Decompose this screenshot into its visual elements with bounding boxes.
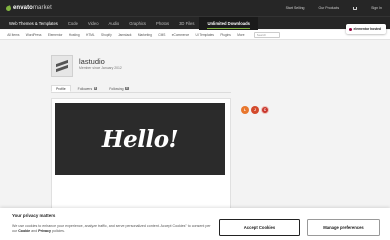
logo-suffix: market xyxy=(32,5,52,11)
profile-banner: Hello! xyxy=(55,103,225,175)
subnav-shopify[interactable]: Shopify xyxy=(98,33,115,37)
cookie-banner: Your privacy matters We use cookies to e… xyxy=(0,208,390,240)
subnav-ui-templates[interactable]: UI Templates xyxy=(192,33,217,37)
cookie-text-middle: and xyxy=(30,229,39,234)
start-selling-link[interactable]: Start Selling xyxy=(286,6,305,10)
subnav-plugins[interactable]: Plugins xyxy=(217,33,234,37)
tab-following[interactable]: Following 0 xyxy=(104,85,134,92)
cookie-text-suffix: policies. xyxy=(50,229,65,234)
tab-followers[interactable]: Followers 5 xyxy=(72,85,103,92)
author-logo-icon xyxy=(56,62,68,71)
tab-profile[interactable]: Profile xyxy=(51,85,71,92)
cookie-policy-link[interactable]: Cookie xyxy=(18,229,30,233)
category-code[interactable]: Code xyxy=(63,17,83,30)
sign-in-link[interactable]: Sign In xyxy=(371,6,382,10)
unlimited-downloads-link[interactable]: Unlimited Downloads xyxy=(199,16,259,30)
subnav-jamstack[interactable]: Jamstack xyxy=(115,33,135,37)
top-links: Start Selling Our Products Sign In xyxy=(286,0,382,16)
cart-icon[interactable] xyxy=(353,6,358,10)
subnav-more[interactable]: More xyxy=(234,33,248,37)
category-video[interactable]: Video xyxy=(83,17,104,30)
leaf-icon xyxy=(5,4,12,12)
banner-text: Hello! xyxy=(101,125,179,153)
category-3d-files[interactable]: 3D Files xyxy=(174,17,199,30)
subnav-all-items[interactable]: All Items xyxy=(4,33,23,37)
user-badges: L J C xyxy=(241,106,269,114)
category-graphics[interactable]: Graphics xyxy=(124,17,151,30)
subnav-cms[interactable]: CMS xyxy=(155,33,168,37)
logo-brand: envato xyxy=(13,5,33,11)
badge-icon[interactable]: L xyxy=(241,106,249,114)
badge-icon[interactable]: C xyxy=(261,106,269,114)
cookie-title: Your privacy matters xyxy=(12,213,56,218)
accept-cookies-button[interactable]: Accept Cookies xyxy=(219,219,300,236)
category-nav: Web Themes & Templates Code Video Audio … xyxy=(0,16,390,30)
profile-tabs: Profile Followers 5 Following 0 xyxy=(51,85,134,92)
tab-profile-label: Profile xyxy=(56,86,66,91)
subnav-ecommerce[interactable]: eCommerce xyxy=(169,33,193,37)
category-audio[interactable]: Audio xyxy=(104,17,125,30)
subnav-hosting[interactable]: Hosting xyxy=(66,33,83,37)
badge-label: elementor hosted xyxy=(353,27,381,31)
elementor-hosted-badge[interactable]: elementor hosted xyxy=(346,24,386,34)
category-photos[interactable]: Photos xyxy=(151,17,174,30)
subnav-elementor[interactable]: Elementor xyxy=(45,33,66,37)
subnav-wordpress[interactable]: WordPress xyxy=(23,33,45,37)
avatar[interactable] xyxy=(51,55,73,77)
sub-nav: All Items WordPress Elementor Hosting HT… xyxy=(0,30,390,40)
subnav-html[interactable]: HTML xyxy=(83,33,98,37)
member-since: Member since January 2012 xyxy=(79,66,122,70)
elementor-icon xyxy=(349,27,352,31)
following-count: 0 xyxy=(125,85,129,91)
username: lastudio xyxy=(79,57,105,66)
followers-count: 5 xyxy=(93,85,98,91)
our-products-link[interactable]: Our Products xyxy=(318,6,339,10)
badge-icon[interactable]: J xyxy=(251,106,259,114)
top-bar: envatomarket Start Selling Our Products … xyxy=(0,0,390,16)
logo-text: envatomarket xyxy=(13,5,52,11)
cookie-text: We use cookies to enhance your experienc… xyxy=(12,224,212,235)
manage-preferences-button[interactable]: Manage preferences xyxy=(307,219,380,236)
tab-following-label: Following xyxy=(109,86,124,91)
tab-followers-label: Followers xyxy=(77,86,93,91)
subnav-marketing[interactable]: Marketing xyxy=(135,33,155,37)
tab-divider xyxy=(51,92,231,93)
envato-logo[interactable]: envatomarket xyxy=(5,4,52,12)
category-web-themes[interactable]: Web Themes & Templates xyxy=(4,17,63,30)
privacy-policy-link[interactable]: Privacy xyxy=(38,229,51,233)
search-input[interactable]: Search xyxy=(253,31,280,38)
